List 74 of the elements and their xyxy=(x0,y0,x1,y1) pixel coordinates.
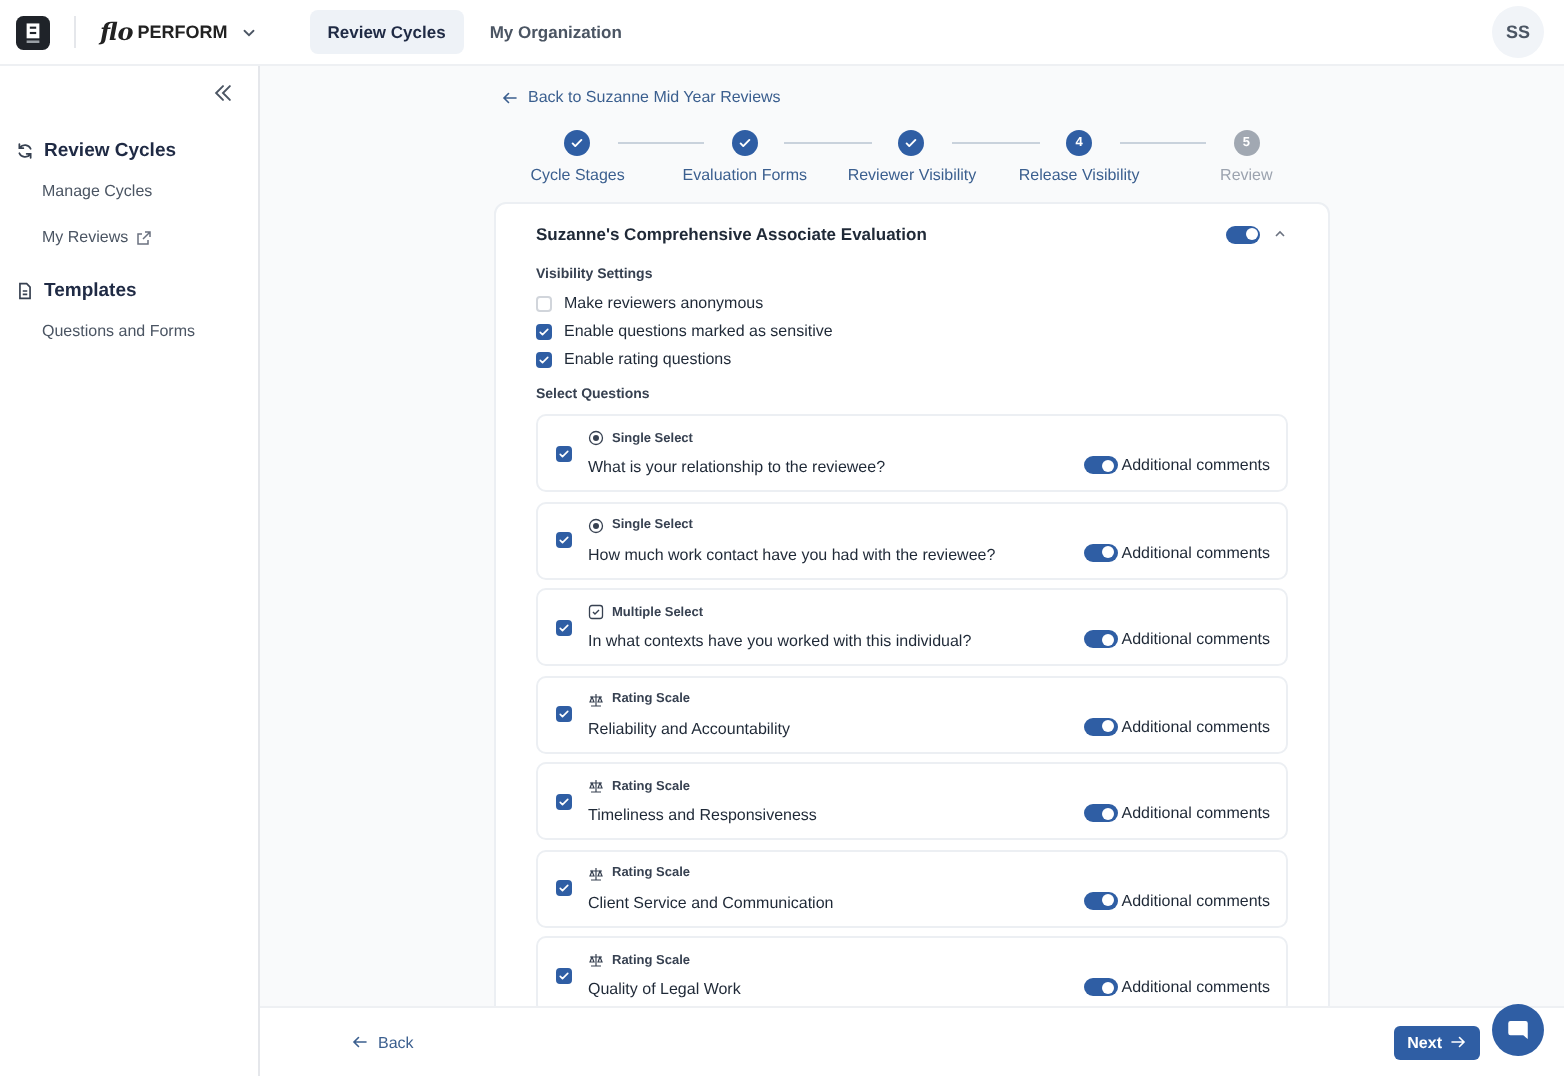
user-avatar[interactable]: SS xyxy=(1492,6,1544,58)
checkbox[interactable] xyxy=(556,880,572,896)
toggle-switch[interactable] xyxy=(1083,717,1118,735)
document-icon xyxy=(16,281,34,299)
toggle-switch[interactable] xyxy=(1083,630,1118,648)
back-button[interactable]: Back xyxy=(352,1033,414,1051)
checkbox[interactable] xyxy=(556,532,572,548)
sidebar-item[interactable]: Questions and Forms xyxy=(42,322,195,340)
toggle-label: Additional comments xyxy=(1121,630,1270,648)
scale-icon xyxy=(588,691,604,707)
checkbox-label: Enable questions marked as sensitive xyxy=(564,322,833,340)
logo-icon xyxy=(16,15,50,49)
step-label[interactable]: Evaluation Forms xyxy=(682,166,808,184)
toggle-switch[interactable] xyxy=(1083,891,1118,909)
toggle-switch[interactable] xyxy=(1226,225,1260,243)
checkbox-label: Enable rating questions xyxy=(564,350,732,368)
step-marker[interactable] xyxy=(898,130,925,156)
step-marker[interactable] xyxy=(731,130,758,156)
step-label[interactable]: Release Visibility xyxy=(1018,166,1140,184)
toggle-switch[interactable] xyxy=(1083,456,1118,474)
question-text: Timeliness and Responsiveness xyxy=(588,806,817,824)
sidebar-item[interactable]: Manage Cycles xyxy=(42,182,153,200)
scale-icon xyxy=(588,952,604,968)
arrow-right-icon xyxy=(1450,1034,1466,1050)
collapse-icon[interactable] xyxy=(212,82,234,104)
step-label[interactable]: Cycle Stages xyxy=(530,166,625,184)
toggle-label: Additional comments xyxy=(1121,717,1270,735)
form-title: Suzanne's Comprehensive Associate Evaluation xyxy=(536,224,927,244)
toggle-label: Additional comments xyxy=(1121,543,1270,561)
question-text: How much work contact have you had with the reviewee? xyxy=(588,545,996,563)
check-icon xyxy=(904,136,919,150)
checkbox[interactable] xyxy=(556,445,572,461)
nav-tab[interactable]: Review Cycles xyxy=(309,10,464,54)
sidebar-item[interactable]: My Reviews xyxy=(42,228,153,246)
scale-icon xyxy=(588,865,604,881)
arrow-left-icon xyxy=(502,89,518,105)
sidebar-heading[interactable]: Templates xyxy=(44,279,137,301)
checkbox[interactable] xyxy=(556,967,572,983)
checkbox[interactable] xyxy=(536,323,552,339)
check-icon xyxy=(737,136,752,150)
back-link[interactable]: Back to Suzanne Mid Year Reviews xyxy=(528,88,781,106)
step-label[interactable]: Reviewer Visibility xyxy=(847,166,977,184)
radio-icon xyxy=(588,430,604,446)
next-button[interactable]: Next xyxy=(1393,1025,1480,1059)
toggle-switch[interactable] xyxy=(1083,543,1118,561)
brand-logo: flo PERFORM xyxy=(100,18,228,46)
arrow-left-icon xyxy=(352,1034,368,1050)
toggle-switch[interactable] xyxy=(1083,804,1118,822)
toggle-label: Additional comments xyxy=(1121,978,1270,996)
question-text: Quality of Legal Work xyxy=(588,980,741,998)
checkbox[interactable] xyxy=(556,793,572,809)
question-text: Client Service and Communication xyxy=(588,893,834,911)
refresh-icon xyxy=(16,141,34,159)
step-marker[interactable] xyxy=(564,130,591,156)
toggle-label: Additional comments xyxy=(1121,804,1270,822)
question-text: In what contexts have you worked with this individual? xyxy=(588,632,972,650)
sidebar-heading[interactable]: Review Cycles xyxy=(44,139,177,161)
toggle-label: Additional comments xyxy=(1121,456,1270,474)
external-link-icon xyxy=(136,229,153,245)
checkbox[interactable] xyxy=(556,619,572,635)
chat-icon xyxy=(1506,1018,1530,1042)
checkbox-label: Make reviewers anonymous xyxy=(564,294,764,312)
chevron-up-icon[interactable] xyxy=(1272,226,1288,242)
question-text: What is your relationship to the reviewee? xyxy=(588,458,886,476)
nav-tab[interactable]: My Organization xyxy=(471,10,640,54)
check-icon xyxy=(570,136,585,150)
question-text: Reliability and Accountability xyxy=(588,719,790,737)
checkbox[interactable] xyxy=(556,706,572,722)
toggle-label: Additional comments xyxy=(1121,891,1270,909)
scale-icon xyxy=(588,778,604,794)
checkbox-icon xyxy=(588,604,604,620)
toggle-switch[interactable] xyxy=(1083,978,1118,996)
radio-icon xyxy=(588,517,604,533)
checkbox[interactable] xyxy=(536,351,552,367)
